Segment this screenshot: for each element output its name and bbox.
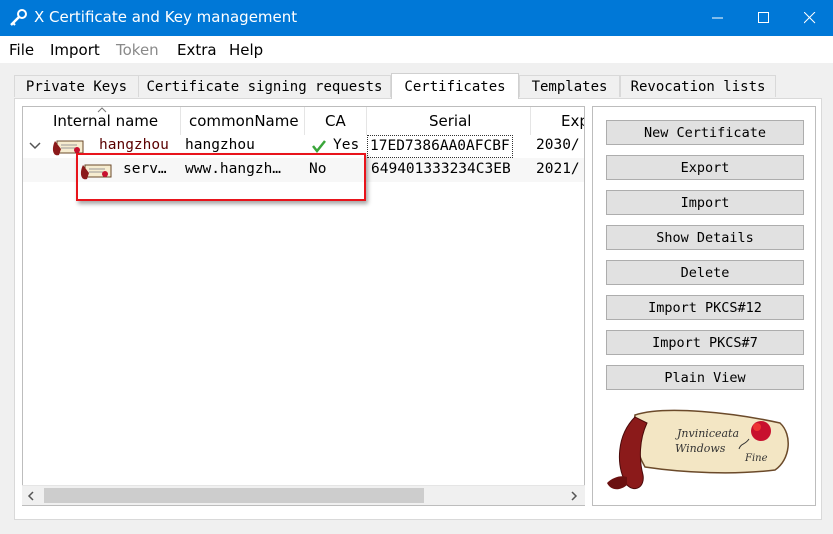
- xca-logo: Jnviniceata Windows Fine: [607, 409, 789, 490]
- title-bar[interactable]: X Certificate and Key management: [0, 0, 833, 36]
- column-header-expiry[interactable]: Exp: [531, 107, 584, 135]
- column-header-common-name[interactable]: commonName: [181, 107, 305, 135]
- cell-expiry: 2030/: [536, 137, 580, 153]
- tab-revocation-lists[interactable]: Revocation lists: [620, 75, 776, 97]
- tab-csr[interactable]: Certificate signing requests: [138, 75, 391, 97]
- menu-help[interactable]: Help: [229, 41, 263, 59]
- menu-token[interactable]: Token: [116, 41, 159, 59]
- sort-up-icon: [97, 107, 107, 113]
- menu-file[interactable]: File: [9, 41, 34, 59]
- logo-text: Fine: [744, 453, 768, 464]
- scrollbar-thumb[interactable]: [44, 488, 424, 503]
- new-certificate-button[interactable]: New Certificate: [606, 120, 804, 145]
- cell-expiry: 2021/: [536, 161, 580, 177]
- highlight-annotation: [76, 153, 366, 201]
- import-pkcs12-button[interactable]: Import PKCS#12: [606, 295, 804, 320]
- cell-serial: 649401333234C3EB: [371, 161, 511, 177]
- tab-certificates[interactable]: Certificates: [391, 73, 519, 99]
- scroll-left-icon[interactable]: [27, 491, 35, 501]
- column-header-ca[interactable]: CA: [305, 107, 367, 135]
- column-header-serial[interactable]: Serial: [367, 107, 531, 135]
- menu-import[interactable]: Import: [50, 41, 100, 59]
- chevron-down-icon[interactable]: [29, 142, 41, 150]
- maximize-icon: [758, 12, 769, 23]
- column-header-internal-name[interactable]: Internal name: [45, 107, 181, 135]
- window-title: X Certificate and Key management: [34, 8, 298, 26]
- logo-text: Windows: [675, 442, 726, 455]
- key-icon: [10, 9, 27, 26]
- minimize-button[interactable]: [695, 0, 741, 36]
- logo-text: Jnviniceata: [675, 427, 739, 440]
- menu-extra[interactable]: Extra: [177, 41, 217, 59]
- delete-button[interactable]: Delete: [606, 260, 804, 285]
- tab-templates[interactable]: Templates: [519, 75, 620, 97]
- close-icon: [804, 12, 816, 24]
- cell-internal-name: hangzhou: [99, 137, 169, 153]
- cell-ca: Yes: [333, 137, 360, 153]
- minimize-icon: [712, 17, 723, 19]
- export-button[interactable]: Export: [606, 155, 804, 180]
- cell-common-name: hangzhou: [185, 137, 255, 153]
- import-pkcs7-button[interactable]: Import PKCS#7: [606, 330, 804, 355]
- plain-view-button[interactable]: Plain View: [606, 365, 804, 390]
- close-button[interactable]: [787, 0, 833, 36]
- horizontal-scrollbar[interactable]: [22, 485, 585, 505]
- maximize-button[interactable]: [741, 0, 787, 36]
- tab-private-keys[interactable]: Private Keys: [14, 75, 139, 97]
- scroll-right-icon[interactable]: [570, 491, 578, 501]
- show-details-button[interactable]: Show Details: [606, 225, 804, 250]
- import-button[interactable]: Import: [606, 190, 804, 215]
- checkmark-icon: [312, 140, 326, 153]
- cell-serial: 17ED7386AA0AFCBF: [367, 135, 513, 158]
